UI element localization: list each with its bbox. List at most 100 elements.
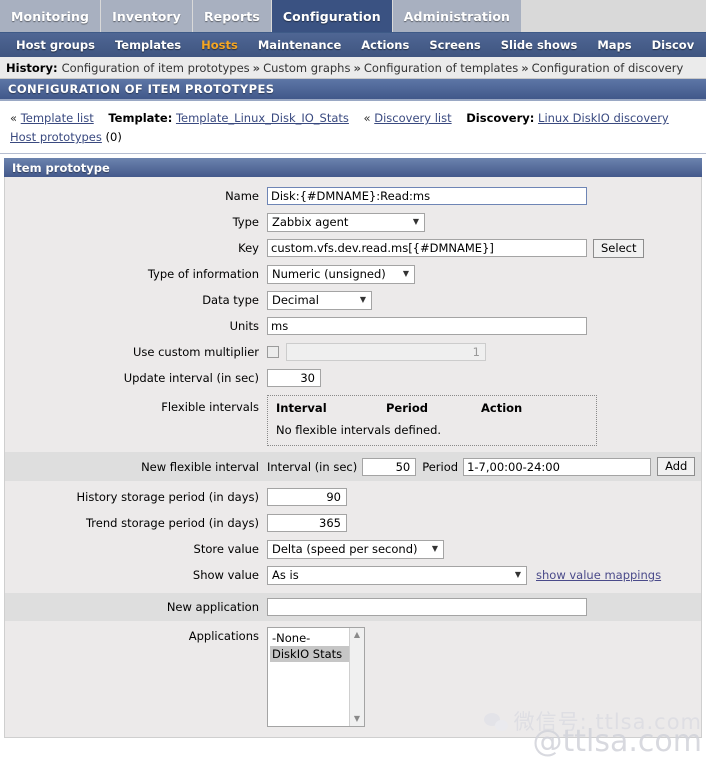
main-menu-item-reports[interactable]: Reports	[192, 0, 272, 32]
main-menu-label: Inventory	[112, 8, 181, 24]
store-value-select[interactable]: Delta (speed per second) ▼	[267, 539, 444, 559]
chevron-down-icon: ▼	[431, 544, 438, 553]
form-row-custom-multiplier: Use custom multiplier	[5, 339, 701, 365]
form-row-type-of-information: Type of information Numeric (unsigned) ▼	[5, 261, 701, 287]
template-name-link[interactable]: Template_Linux_Disk_IO_Stats	[176, 111, 349, 125]
column-header-action: Action	[481, 401, 523, 415]
secondary-nav-bar: Host groups Templates Hosts Maintenance …	[0, 33, 706, 57]
applications-option-diskio-stats[interactable]: DiskIO Stats	[270, 646, 349, 662]
history-link-custom-graphs[interactable]: Custom graphs	[263, 61, 350, 75]
applications-listbox[interactable]: -None- DiskIO Stats ▲ ▼	[267, 627, 365, 727]
name-label: Name	[225, 189, 259, 203]
template-list-link[interactable]: Template list	[21, 111, 94, 125]
subnav-item-actions[interactable]: Actions	[351, 38, 419, 52]
host-prototypes-link[interactable]: Host prototypes	[10, 130, 102, 144]
main-menu-item-monitoring[interactable]: Monitoring	[0, 0, 102, 32]
applications-options: -None- DiskIO Stats	[268, 628, 349, 726]
main-menu-item-inventory[interactable]: Inventory	[101, 0, 193, 32]
template-label: Template:	[108, 111, 173, 125]
form-row-units: Units	[5, 313, 701, 339]
main-menu-item-administration[interactable]: Administration	[392, 0, 523, 32]
breadcrumb-row-secondary: Host prototypes (0)	[10, 128, 706, 147]
form-row-trend-storage: Trend storage period (in days)	[5, 510, 701, 536]
store-value-selected: Delta (speed per second)	[272, 542, 418, 556]
update-interval-input[interactable]	[267, 369, 321, 387]
name-input[interactable]	[267, 187, 587, 205]
applications-option-none[interactable]: -None-	[270, 630, 349, 646]
form-row-flexible-intervals: Flexible intervals Interval Period Actio…	[5, 391, 701, 446]
subnav-item-discovery[interactable]: Discov	[642, 38, 705, 52]
discovery-name-link[interactable]: Linux DiskIO discovery	[538, 111, 669, 125]
form-row-update-interval: Update interval (in sec)	[5, 365, 701, 391]
subnav-item-maps[interactable]: Maps	[587, 38, 641, 52]
scroll-up-icon[interactable]: ▲	[350, 630, 364, 640]
subnav-item-host-groups[interactable]: Host groups	[6, 38, 105, 52]
scroll-down-icon[interactable]: ▼	[350, 714, 364, 724]
show-value-mappings-link[interactable]: show value mappings	[536, 568, 661, 582]
main-menu-item-configuration[interactable]: Configuration	[271, 0, 393, 32]
history-link-templates[interactable]: Configuration of templates	[364, 61, 518, 75]
type-select-value: Zabbix agent	[272, 215, 349, 229]
column-header-interval: Interval	[276, 401, 327, 415]
item-prototype-form: Name Type Zabbix agent ▼ Key Select Type…	[4, 177, 702, 738]
host-prototypes-count: (0)	[105, 130, 122, 144]
applications-scrollbar[interactable]: ▲ ▼	[349, 628, 364, 726]
select-key-button[interactable]: Select	[593, 238, 645, 258]
history-link-item-prototypes[interactable]: Configuration of item prototypes	[62, 61, 250, 75]
form-row-history-storage: History storage period (in days)	[5, 484, 701, 510]
subnav-item-maintenance[interactable]: Maintenance	[248, 38, 351, 52]
data-type-label: Data type	[202, 293, 259, 307]
subnav-item-slide-shows[interactable]: Slide shows	[491, 38, 588, 52]
chevron-down-icon: ▼	[412, 217, 419, 226]
add-flexible-interval-button[interactable]: Add	[657, 457, 696, 476]
main-menu-label: Reports	[203, 8, 260, 24]
history-breadcrumb: History: Configuration of item prototype…	[0, 57, 706, 79]
data-type-value: Decimal	[272, 293, 319, 307]
subnav-item-screens[interactable]: Screens	[419, 38, 490, 52]
show-value-select[interactable]: As is ▼	[267, 565, 527, 585]
key-input[interactable]	[267, 239, 587, 257]
new-interval-sublabel: Interval (in sec)	[267, 459, 358, 474]
new-flexible-period-input[interactable]	[463, 457, 652, 476]
type-of-information-label: Type of information	[147, 267, 259, 281]
custom-multiplier-input	[286, 343, 486, 361]
new-application-input[interactable]	[267, 598, 587, 616]
flexible-intervals-table: Interval Period Action No flexible inter…	[267, 395, 597, 446]
form-row-name: Name	[5, 177, 701, 209]
new-application-label: New application	[166, 600, 259, 614]
new-flexible-interval-input[interactable]	[362, 457, 417, 476]
form-row-applications: Applications -None- DiskIO Stats ▲ ▼	[5, 621, 701, 733]
breadcrumb: « Template list Template: Template_Linux…	[0, 101, 706, 154]
subnav-item-templates[interactable]: Templates	[105, 38, 191, 52]
data-type-select[interactable]: Decimal ▼	[267, 290, 372, 310]
trend-storage-label: Trend storage period (in days)	[85, 516, 259, 530]
history-storage-input[interactable]	[267, 488, 347, 506]
chevron-down-icon: ▼	[359, 295, 366, 304]
form-row-new-flexible-interval: New flexible interval Interval (in sec) …	[5, 452, 701, 481]
history-storage-label: History storage period (in days)	[76, 490, 259, 504]
new-period-sublabel: Period	[422, 459, 459, 474]
chevron-down-icon: ▼	[514, 570, 521, 579]
history-link-discovery[interactable]: Configuration of discovery	[532, 61, 684, 75]
column-header-period: Period	[386, 401, 428, 415]
breadcrumb-row-primary: « Template list Template: Template_Linux…	[10, 109, 706, 128]
trend-storage-input[interactable]	[267, 514, 347, 532]
form-row-show-value: Show value As is ▼ show value mappings	[5, 562, 701, 588]
history-label: History:	[6, 60, 58, 75]
type-select[interactable]: Zabbix agent ▼	[267, 212, 425, 232]
form-row-type: Type Zabbix agent ▼	[5, 209, 701, 235]
units-input[interactable]	[267, 317, 587, 335]
main-menu-label: Administration	[403, 8, 511, 24]
history-separator: »	[521, 60, 529, 75]
show-value-label: Show value	[192, 568, 259, 582]
chevron-down-icon: ▼	[402, 269, 409, 278]
form-row-data-type: Data type Decimal ▼	[5, 287, 701, 313]
subnav-item-hosts[interactable]: Hosts	[191, 38, 248, 52]
form-row-key: Key Select	[5, 235, 701, 261]
custom-multiplier-label: Use custom multiplier	[132, 345, 259, 359]
type-of-information-select[interactable]: Numeric (unsigned) ▼	[267, 264, 415, 284]
guillemet-icon: «	[363, 111, 371, 125]
history-separator: »	[353, 60, 361, 75]
discovery-list-link[interactable]: Discovery list	[374, 111, 451, 125]
custom-multiplier-checkbox[interactable]	[267, 346, 279, 358]
